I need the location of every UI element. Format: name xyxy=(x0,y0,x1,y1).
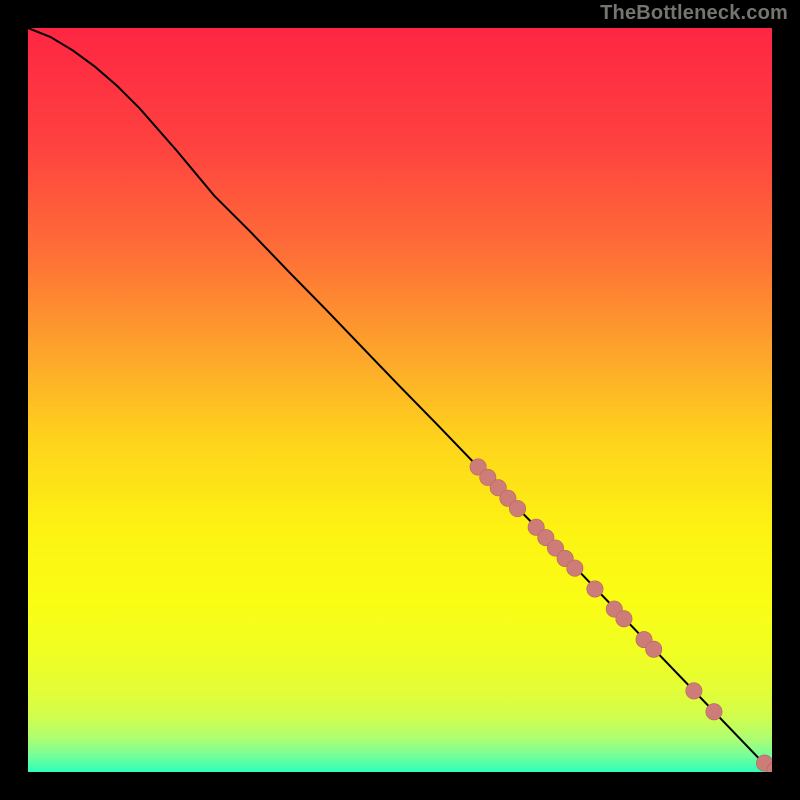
plot-background xyxy=(28,28,772,772)
data-marker xyxy=(509,500,525,516)
data-marker xyxy=(567,560,583,576)
chart-canvas xyxy=(28,28,772,772)
attribution-label: TheBottleneck.com xyxy=(600,2,788,25)
data-marker xyxy=(587,581,603,597)
data-marker xyxy=(646,641,662,657)
bottleneck-chart xyxy=(28,28,772,772)
data-marker xyxy=(686,683,702,699)
data-marker xyxy=(616,611,632,627)
data-marker xyxy=(706,704,722,720)
